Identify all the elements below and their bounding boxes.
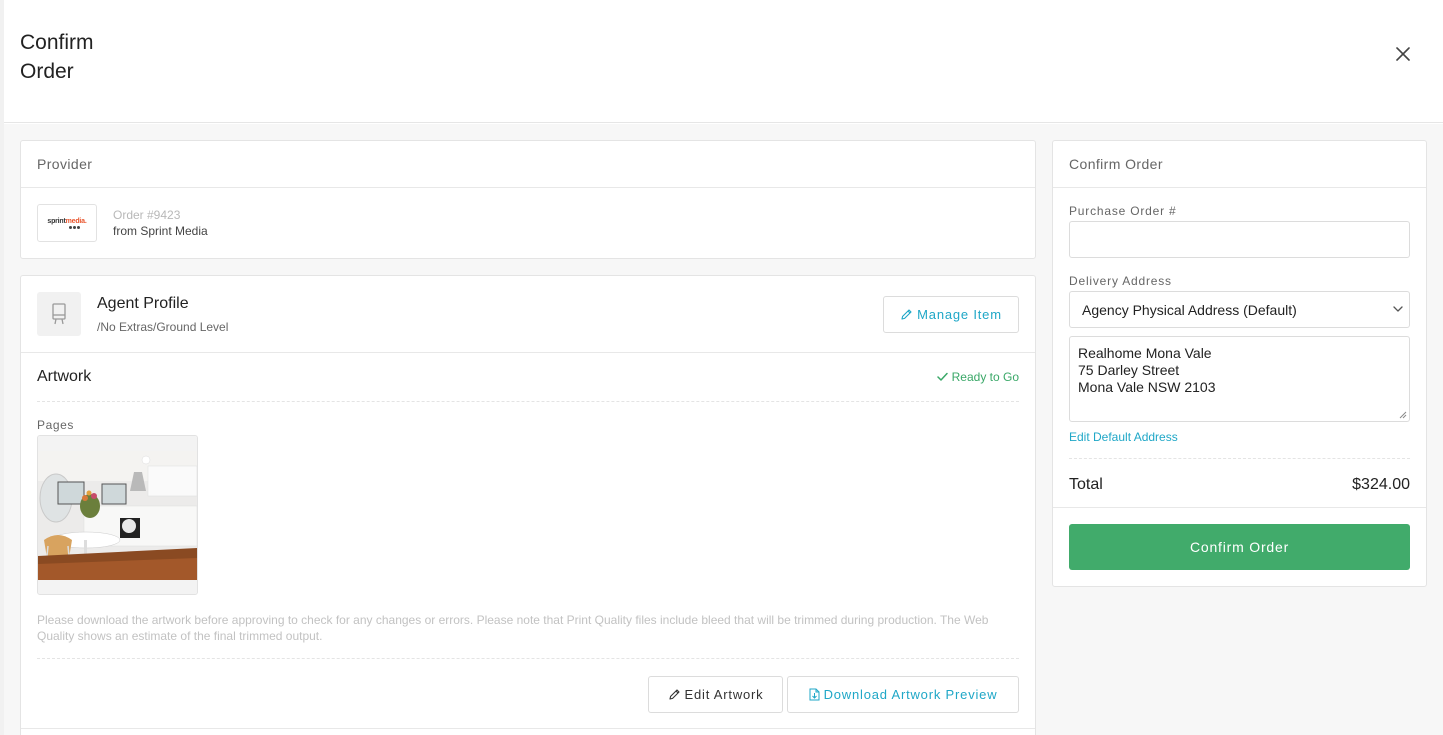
resize-handle-icon[interactable]: [1399, 411, 1407, 419]
divider: [37, 658, 1019, 659]
chevron-down-icon: [1393, 306, 1403, 312]
order-number: Order #9423: [113, 208, 181, 222]
total-label: Total: [1069, 476, 1103, 493]
close-icon: [1396, 47, 1410, 61]
artwork-disclaimer: Please download the artwork before appro…: [37, 613, 989, 643]
purchase-order-label: Purchase Order #: [1069, 204, 1177, 218]
modal-header: Confirm Order: [4, 0, 1443, 123]
manage-item-label: Manage Item: [917, 307, 1002, 322]
divider: [21, 728, 1035, 729]
provider-logo: sprintmedia.: [37, 204, 97, 242]
artwork-title: Artwork: [37, 368, 92, 385]
edit-artwork-label: Edit Artwork: [684, 687, 764, 702]
artwork-page-thumbnail[interactable]: [37, 435, 198, 595]
address-line: 75 Darley Street: [1078, 362, 1180, 378]
status-badge: Ready to Go: [936, 370, 1019, 384]
pencil-icon: [901, 309, 912, 320]
check-icon: [936, 372, 948, 381]
delivery-address-label: Delivery Address: [1069, 274, 1172, 288]
pencil-icon: [668, 689, 680, 700]
delivery-address-selected: Agency Physical Address (Default): [1082, 301, 1297, 318]
divider: [1069, 458, 1410, 459]
delivery-address-select[interactable]: Agency Physical Address (Default): [1069, 291, 1410, 328]
confirm-order-header: Confirm Order: [1053, 141, 1426, 188]
pages-label: Pages: [37, 418, 75, 432]
edit-default-address-link[interactable]: Edit Default Address: [1069, 430, 1178, 444]
order-provider-name: from Sprint Media: [113, 224, 208, 238]
manage-item-button[interactable]: Manage Item: [883, 296, 1019, 333]
status-text: Ready to Go: [951, 370, 1019, 384]
download-artwork-label: Download Artwork Preview: [823, 687, 998, 702]
edit-artwork-button[interactable]: Edit Artwork: [648, 676, 783, 713]
sign-board-icon: [52, 303, 66, 325]
file-download-icon: [809, 688, 820, 701]
download-artwork-preview-button[interactable]: Download Artwork Preview: [787, 676, 1019, 713]
confirm-order-card: Confirm Order Purchase Order # Delivery …: [1052, 140, 1427, 587]
provider-header: Provider: [21, 141, 1035, 188]
provider-card: Provider sprintmedia. Order #9423 from S…: [20, 140, 1036, 259]
purchase-order-input[interactable]: [1069, 221, 1410, 258]
provider-body: sprintmedia. Order #9423 from Sprint Med…: [21, 188, 1035, 258]
modal-content: Provider sprintmedia. Order #9423 from S…: [4, 124, 1443, 735]
item-row: Agent Profile /No Extras/Ground Level Ma…: [21, 276, 1035, 353]
close-button[interactable]: [1392, 43, 1414, 65]
address-line: Realhome Mona Vale: [1078, 345, 1212, 361]
item-thumbnail: [37, 292, 81, 336]
modal-title: Confirm Order: [20, 31, 94, 83]
item-title: Agent Profile: [97, 295, 189, 312]
address-textarea[interactable]: Realhome Mona Vale 75 Darley Street Mona…: [1069, 336, 1410, 422]
divider: [1053, 507, 1426, 508]
address-line: Mona Vale NSW 2103: [1078, 379, 1216, 395]
kitchen-photo: [38, 436, 197, 594]
divider: [37, 401, 1019, 402]
item-card: Agent Profile /No Extras/Ground Level Ma…: [20, 275, 1036, 735]
item-subtitle: /No Extras/Ground Level: [97, 320, 229, 334]
total-value: $324.00: [1352, 476, 1410, 493]
confirm-order-button[interactable]: Confirm Order: [1069, 524, 1410, 570]
